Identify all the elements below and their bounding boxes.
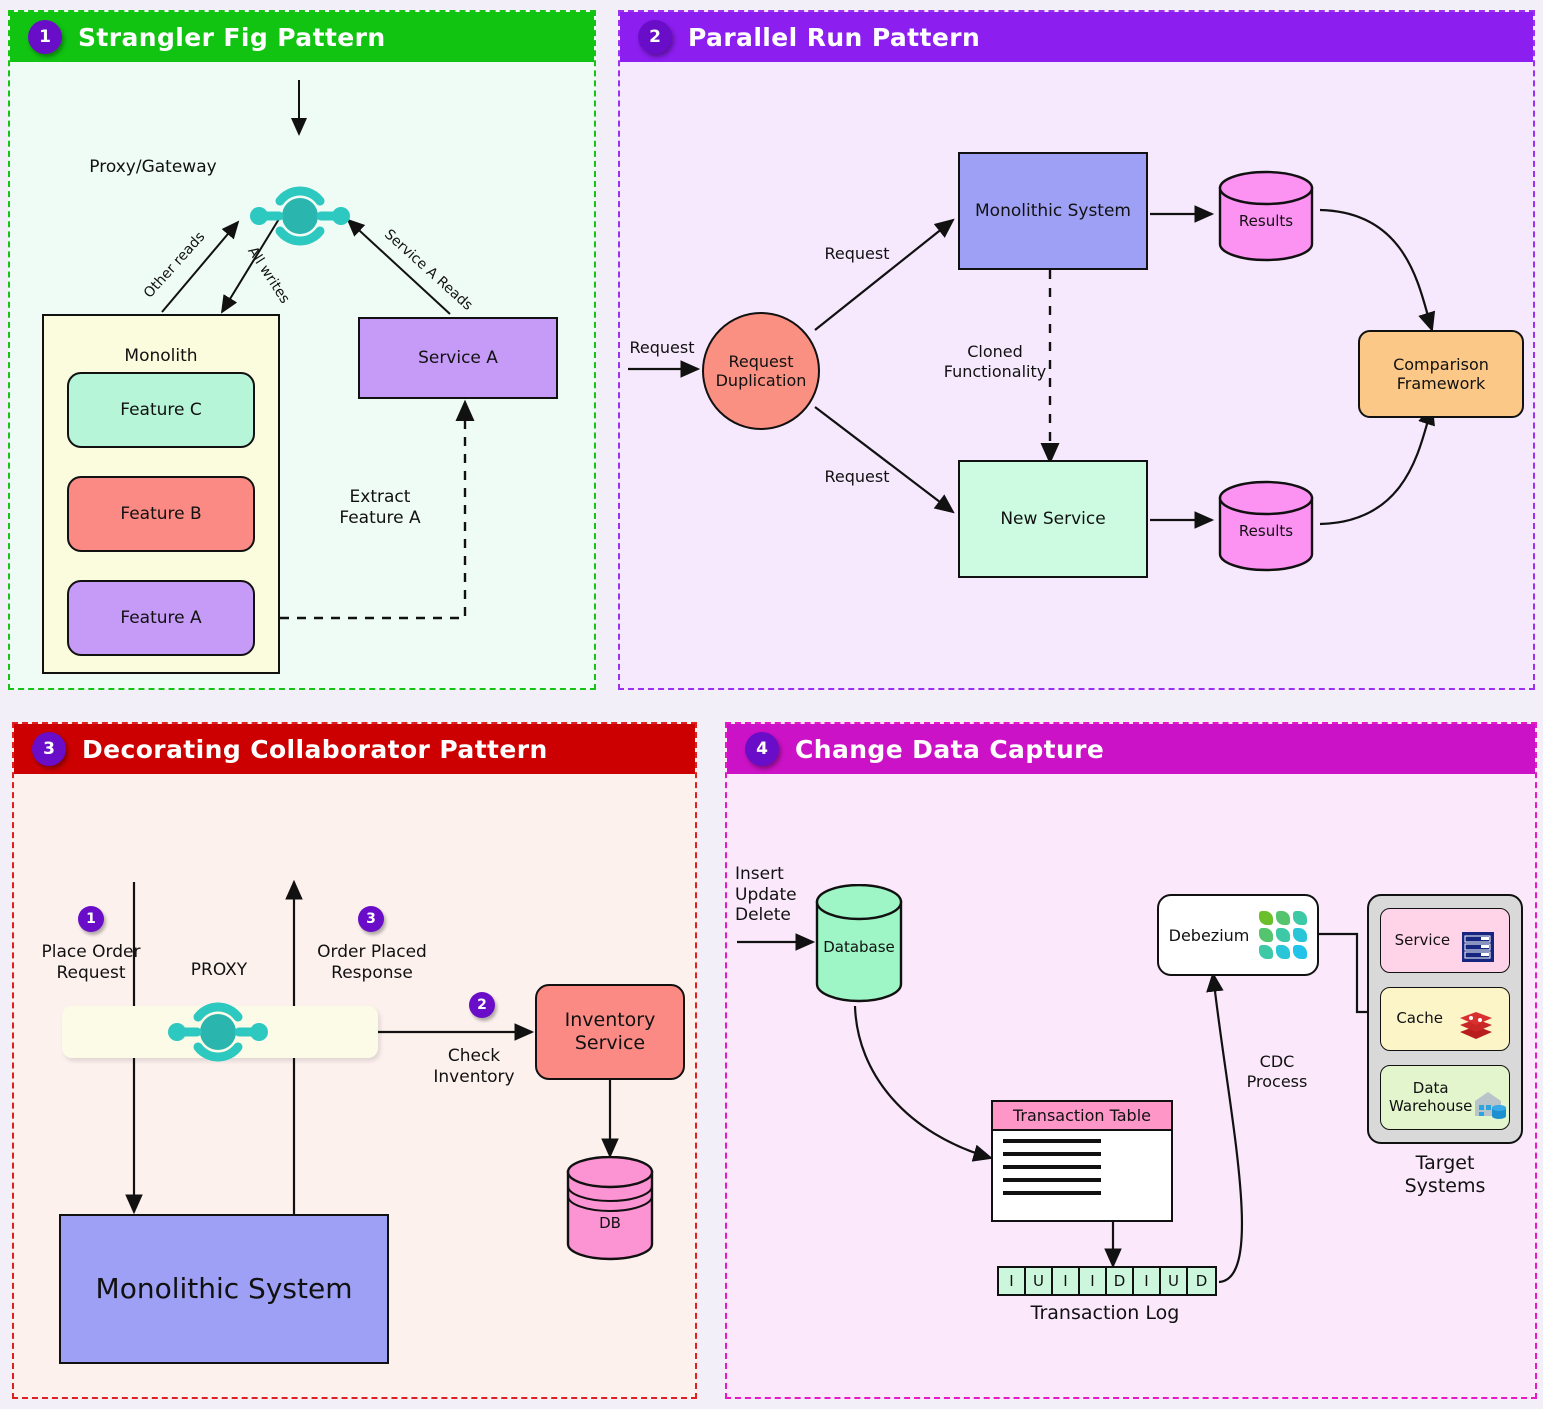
- panel-1-title: Strangler Fig Pattern: [78, 22, 386, 52]
- transaction-log-cell: I: [999, 1268, 1026, 1294]
- step-1-badge: 1: [78, 906, 104, 932]
- inventory-service-box: Inventory Service: [535, 984, 685, 1080]
- transaction-table-header: Transaction Table: [993, 1102, 1171, 1131]
- panel-decorating-collaborator: 3 Decorating Collaborator Pattern PROXY: [12, 722, 697, 1399]
- transaction-log-cells: IUIIDIUD: [997, 1266, 1217, 1296]
- transaction-log-cell: I: [1134, 1268, 1161, 1294]
- results-top-cylinder: Results: [1216, 170, 1316, 262]
- edge-service-a-reads: Service A Reads: [381, 226, 476, 314]
- panel-2-title: Parallel Run Pattern: [688, 22, 981, 52]
- step-3-badge: 3: [358, 906, 384, 932]
- target-cache-label: Cache: [1396, 1009, 1443, 1028]
- proxy-label: PROXY: [190, 960, 248, 980]
- results-bottom-label: Results: [1238, 522, 1294, 540]
- redis-icon: [1458, 993, 1494, 1045]
- server-icon: [1461, 914, 1495, 968]
- panel-4-badge: 4: [745, 732, 779, 766]
- transaction-log-cell: U: [1161, 1268, 1188, 1294]
- transaction-log-cell: I: [1080, 1268, 1107, 1294]
- target-service: Service: [1380, 908, 1510, 973]
- proxy-gateway-icon: [246, 177, 354, 255]
- panel-4-title: Change Data Capture: [795, 734, 1105, 764]
- new-service-box: New Service: [958, 460, 1148, 578]
- feature-b-box: Feature B: [67, 476, 255, 552]
- service-a-box: Service A: [358, 317, 558, 399]
- db-label: DB: [599, 1214, 621, 1232]
- transaction-log-cell: D: [1107, 1268, 1134, 1294]
- debezium-box: Debezium: [1157, 894, 1319, 976]
- transaction-log-label: Transaction Log: [1030, 1302, 1180, 1324]
- panel-1-body: Proxy/Gateway Other reads All writes Ser…: [10, 62, 594, 688]
- panel-2-body: Request Duplication Request Request Requ…: [620, 62, 1533, 688]
- panel-3-badge: 3: [32, 732, 66, 766]
- panel-1-badge: 1: [28, 20, 62, 54]
- feature-c-box: Feature C: [67, 372, 255, 448]
- debezium-logo-icon: [1259, 911, 1308, 959]
- target-systems-label: Target Systems: [1404, 1152, 1486, 1198]
- edge-cdc-process: CDC Process: [1246, 1052, 1308, 1091]
- results-top-label: Results: [1238, 212, 1294, 230]
- panel-2-header: 2 Parallel Run Pattern: [620, 12, 1533, 62]
- transaction-table: Transaction Table: [991, 1100, 1173, 1222]
- step-1-label: Place Order Request: [41, 942, 141, 983]
- transaction-log-cell: U: [1026, 1268, 1053, 1294]
- warehouse-icon: [1472, 1071, 1508, 1125]
- edge-cloned-functionality: Cloned Functionality: [943, 342, 1047, 381]
- panel-3-header: 3 Decorating Collaborator Pattern: [14, 724, 695, 774]
- transaction-log-cell: I: [1053, 1268, 1080, 1294]
- monolithic-system-box-3: Monolithic System: [59, 1214, 389, 1364]
- step-2-label: Check Inventory: [433, 1046, 515, 1087]
- database-cylinder: Database: [813, 883, 905, 1006]
- request-duplication-circle: Request Duplication: [702, 312, 820, 430]
- target-service-label: Service: [1394, 930, 1451, 949]
- target-data-warehouse-label: Data Warehouse: [1389, 1079, 1473, 1115]
- feature-a-box: Feature A: [67, 580, 255, 656]
- panel-parallel-run: 2 Parallel Run Pattern Request Duplicati…: [618, 10, 1535, 690]
- debezium-label: Debezium: [1168, 925, 1250, 945]
- panel-4-body: Insert Update Delete Database Transactio…: [727, 774, 1535, 1397]
- edge-request-in: Request: [629, 338, 695, 357]
- target-systems-container: Service Cache Data Warehouse: [1367, 894, 1523, 1144]
- step-2-badge: 2: [469, 992, 495, 1018]
- monolithic-system-box: Monolithic System: [958, 152, 1148, 270]
- monolith-label: Monolith: [124, 346, 198, 367]
- database-label: Database: [823, 938, 895, 956]
- edge-request-top: Request: [824, 244, 890, 263]
- transaction-table-rows: [993, 1131, 1171, 1212]
- proxy-gateway-icon-2: [164, 992, 272, 1072]
- results-bottom-cylinder: Results: [1216, 480, 1316, 572]
- panel-4-header: 4 Change Data Capture: [727, 724, 1535, 774]
- step-3-label: Order Placed Response: [317, 942, 427, 983]
- panel-change-data-capture: 4 Change Data Capture Insert Update Dele…: [725, 722, 1537, 1399]
- panel-3-title: Decorating Collaborator Pattern: [82, 734, 548, 764]
- edge-request-bottom: Request: [824, 467, 890, 486]
- comparison-framework-box: Comparison Framework: [1358, 330, 1524, 418]
- proxy-gateway-label: Proxy/Gateway: [89, 157, 217, 177]
- edge-extract-feature-a: Extract Feature A: [339, 487, 421, 528]
- edge-other-reads: Other reads: [140, 228, 209, 302]
- db-cylinder: DB: [564, 1155, 656, 1264]
- target-data-warehouse: Data Warehouse: [1380, 1065, 1510, 1131]
- target-cache: Cache: [1380, 986, 1510, 1052]
- panel-2-badge: 2: [638, 20, 672, 54]
- transaction-log-cell: D: [1188, 1268, 1215, 1294]
- panel-1-header: 1 Strangler Fig Pattern: [10, 12, 594, 62]
- panel-strangler-fig: 1 Strangler Fig Pattern Proxy/Gateway Ot…: [8, 10, 596, 690]
- panel-3-body: PROXY 1 Place Order Request 3 Order Plac…: [14, 774, 695, 1397]
